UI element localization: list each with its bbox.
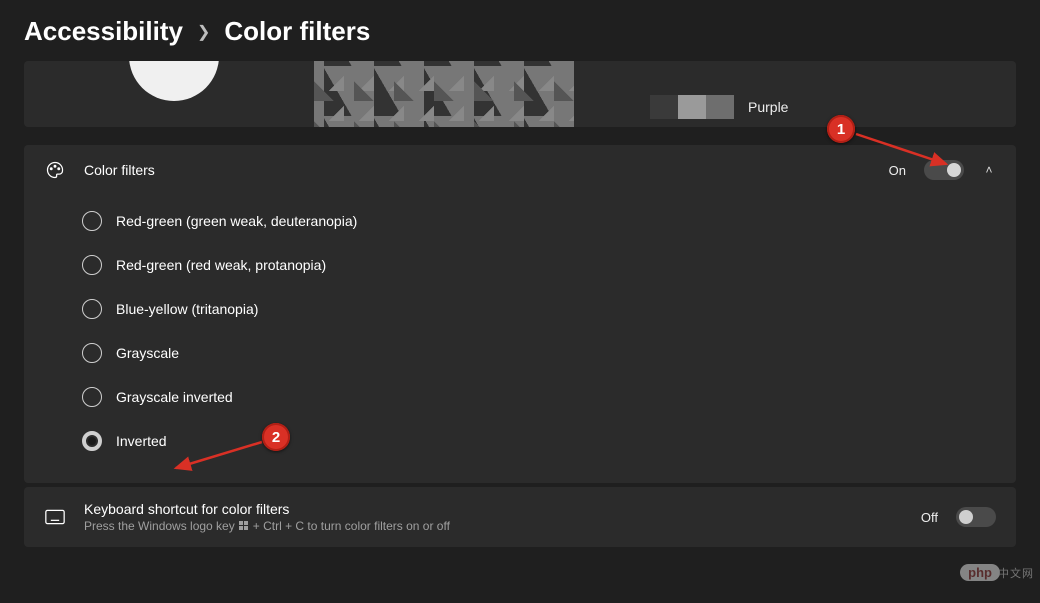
preview-color-wheel [129, 61, 219, 101]
radio-icon [82, 431, 102, 451]
color-filters-title: Color filters [84, 162, 155, 178]
radio-icon [82, 211, 102, 231]
palette-icon [44, 159, 66, 181]
radio-label: Blue-yellow (tritanopia) [116, 301, 258, 317]
breadcrumb: Accessibility ❯ Color filters [0, 0, 1040, 61]
keyboard-icon [44, 506, 66, 528]
radio-icon [82, 343, 102, 363]
watermark: php 中文网 [960, 564, 1034, 581]
color-preview-strip: Purple [24, 61, 1016, 127]
swatch-label: Purple [748, 99, 788, 115]
breadcrumb-current: Color filters [224, 16, 370, 47]
radio-grayscale-inverted[interactable]: Grayscale inverted [82, 375, 996, 419]
radio-inverted[interactable]: Inverted [82, 419, 996, 463]
keyboard-shortcut-row[interactable]: Keyboard shortcut for color filters Pres… [24, 487, 1016, 547]
watermark-pill: php [960, 564, 1000, 581]
keyboard-shortcut-panel: Keyboard shortcut for color filters Pres… [24, 487, 1016, 547]
color-filters-header-row[interactable]: Color filters On ˄ [24, 145, 1016, 195]
color-filters-toggle[interactable] [924, 160, 964, 180]
windows-logo-icon [239, 521, 249, 531]
swatch [706, 95, 734, 119]
preview-artwork [314, 61, 574, 127]
swatch [678, 95, 706, 119]
annotation-callout-1: 1 [827, 115, 855, 143]
keyboard-shortcut-toggle[interactable] [956, 507, 996, 527]
radio-icon [82, 387, 102, 407]
radio-label: Red-green (green weak, deuteranopia) [116, 213, 357, 229]
radio-deuteranopia[interactable]: Red-green (green weak, deuteranopia) [82, 199, 996, 243]
radio-protanopia[interactable]: Red-green (red weak, protanopia) [82, 243, 996, 287]
keyboard-shortcut-title: Keyboard shortcut for color filters [84, 501, 450, 517]
radio-label: Inverted [116, 433, 167, 449]
color-filters-toggle-state: On [889, 163, 906, 178]
annotation-callout-2: 2 [262, 423, 290, 451]
watermark-text: 中文网 [998, 565, 1034, 581]
radio-icon [82, 299, 102, 319]
keyboard-shortcut-toggle-state: Off [921, 510, 938, 525]
breadcrumb-parent[interactable]: Accessibility [24, 16, 183, 47]
swatch-group [650, 95, 734, 119]
radio-label: Grayscale inverted [116, 389, 233, 405]
keyboard-shortcut-text: Keyboard shortcut for color filters Pres… [84, 501, 450, 533]
radio-grayscale[interactable]: Grayscale [82, 331, 996, 375]
radio-icon [82, 255, 102, 275]
chevron-right-icon: ❯ [197, 22, 210, 42]
chevron-up-icon[interactable]: ˄ [982, 163, 996, 177]
radio-label: Red-green (red weak, protanopia) [116, 257, 326, 273]
preview-purple-swatch: Purple [650, 95, 788, 119]
color-filters-panel: Color filters On ˄ Red-green (green weak… [24, 145, 1016, 483]
keyboard-shortcut-description: Press the Windows logo key + Ctrl + C to… [84, 519, 450, 533]
radio-tritanopia[interactable]: Blue-yellow (tritanopia) [82, 287, 996, 331]
color-filter-options: Red-green (green weak, deuteranopia) Red… [24, 195, 1016, 483]
radio-label: Grayscale [116, 345, 179, 361]
swatch [650, 95, 678, 119]
